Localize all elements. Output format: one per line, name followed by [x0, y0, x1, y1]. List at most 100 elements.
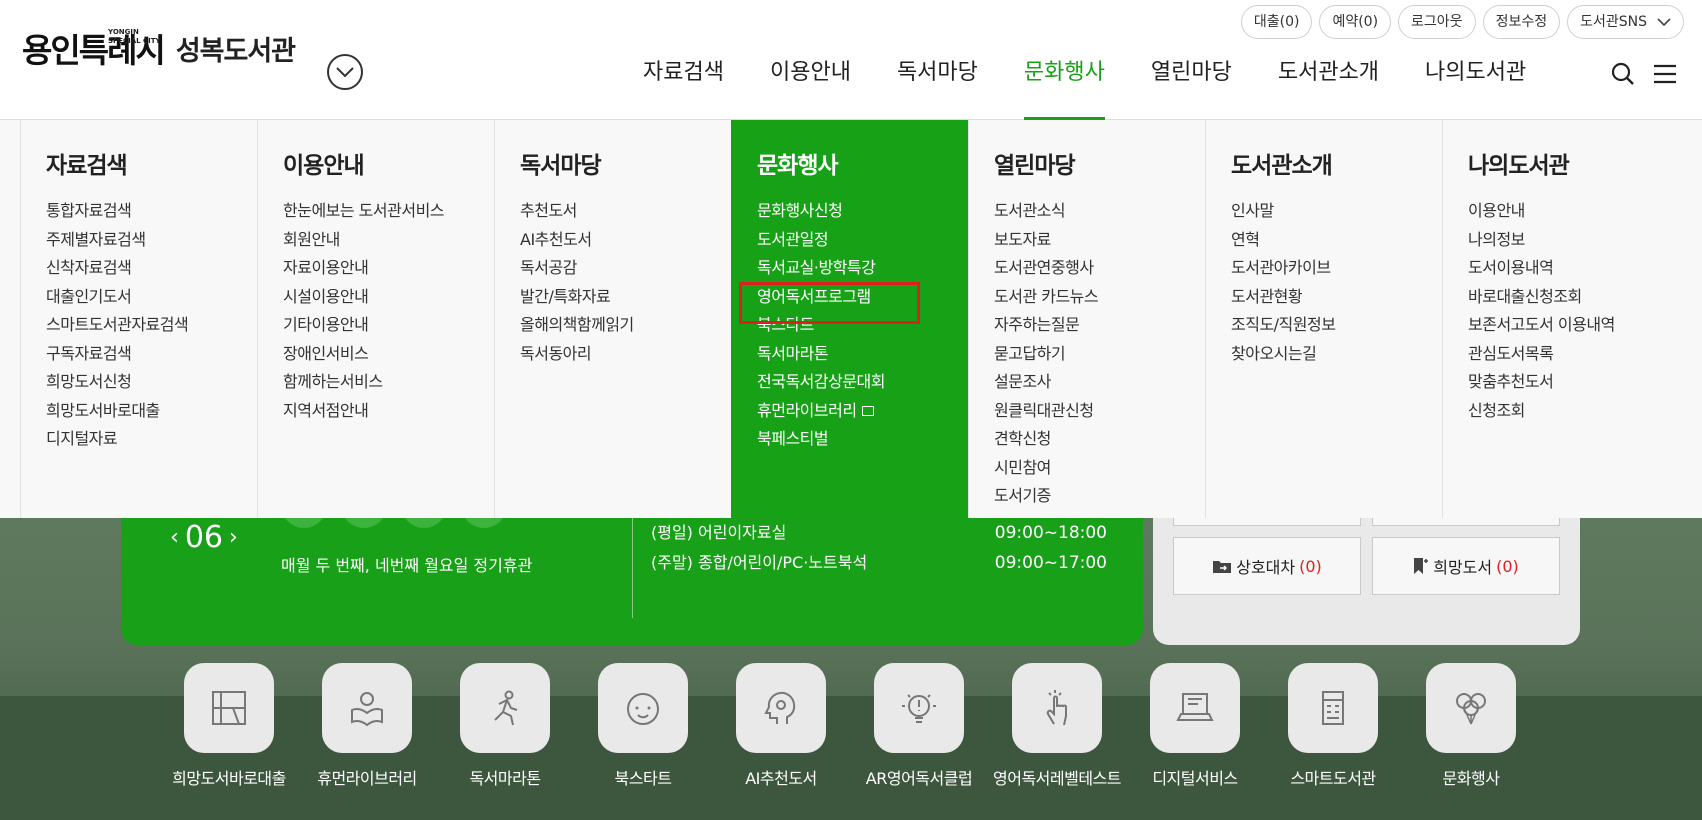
mega-item[interactable]: 올해의책함께읽기 [520, 311, 731, 340]
mega-item[interactable]: 도서관연중행사 [994, 254, 1205, 283]
mega-item[interactable]: 설문조사 [994, 368, 1205, 397]
mega-item[interactable]: 통합자료검색 [46, 197, 257, 226]
gnb-item-mylibrary[interactable]: 나의도서관 [1402, 54, 1549, 120]
mega-item[interactable]: 도서관소식 [994, 197, 1205, 226]
mega-item[interactable]: 도서기증 [994, 482, 1205, 511]
mega-title[interactable]: 열린마당 [994, 146, 1205, 180]
prev-month-button[interactable]: ‹ [170, 525, 179, 550]
quick-item-digital[interactable]: 디지털서비스 [1126, 663, 1264, 789]
mega-item[interactable]: 보도자료 [994, 226, 1205, 255]
gnb-item-open[interactable]: 열린마당 [1128, 54, 1255, 120]
mega-item[interactable]: 나의정보 [1468, 226, 1679, 255]
mega-item[interactable]: 문화행사신청 [757, 197, 968, 226]
mega-column-culture: 문화행사 문화행사신청 도서관일정 독서교실·방학특강 영어독서프로그램 북스타… [731, 120, 968, 518]
mega-item[interactable]: 자료이용안내 [283, 254, 494, 283]
mega-item[interactable]: 연혁 [1231, 226, 1442, 255]
reservation-button[interactable]: 예약(0) [1319, 5, 1392, 39]
mega-item[interactable]: 시민참여 [994, 454, 1205, 483]
edit-info-button[interactable]: 정보수정 [1482, 5, 1561, 39]
mega-item[interactable]: 도서이용내역 [1468, 254, 1679, 283]
loan-button[interactable]: 대출(0) [1240, 5, 1313, 39]
mega-item[interactable]: 북페스티벌 [757, 425, 968, 454]
quick-item-marathon[interactable]: 독서마라톤 [436, 663, 574, 789]
mega-item[interactable]: 신착자료검색 [46, 254, 257, 283]
mega-item[interactable]: 시설이용안내 [283, 283, 494, 312]
mega-item[interactable]: AI추천도서 [520, 226, 731, 255]
mega-item[interactable]: 희망도서바로대출 [46, 397, 257, 426]
logout-button[interactable]: 로그아웃 [1398, 5, 1476, 39]
mega-title[interactable]: 문화행사 [757, 146, 968, 180]
mega-item[interactable]: 조직도/직원정보 [1231, 311, 1442, 340]
quick-item-ar-english[interactable]: AR영어독서클럽 [850, 663, 988, 789]
mega-title[interactable]: 이용안내 [283, 146, 494, 180]
quick-item-english-level[interactable]: 영어독서레벨테스트 [988, 663, 1126, 789]
mega-item[interactable]: 디지털자료 [46, 425, 257, 454]
mega-item[interactable]: 묻고답하기 [994, 340, 1205, 369]
mega-item[interactable]: 함께하는서비스 [283, 368, 494, 397]
mega-item[interactable]: 도서관현황 [1231, 283, 1442, 312]
quick-item-human-library[interactable]: 휴먼라이브러리 [298, 663, 436, 789]
mega-item[interactable]: 희망도서신청 [46, 368, 257, 397]
mega-item[interactable]: 기타이용안내 [283, 311, 494, 340]
mega-item[interactable]: 추천도서 [520, 197, 731, 226]
mega-item[interactable]: 도서관아카이브 [1231, 254, 1442, 283]
site-logo[interactable]: 용인특례시 YONGIN SPECIAL CITY 성복도서관 [22, 28, 296, 67]
next-month-button[interactable]: › [229, 525, 238, 550]
mega-item[interactable]: 독서동아리 [520, 340, 731, 369]
mega-item-english-reading-highlighted[interactable]: 영어독서프로그램 [739, 281, 968, 323]
mega-item[interactable]: 독서교실·방학특강 [757, 254, 968, 283]
calendar-day[interactable] [401, 518, 447, 528]
menu-icon[interactable] [1650, 59, 1680, 89]
mega-item[interactable]: 스마트도서관자료검색 [46, 311, 257, 340]
mega-item[interactable]: 독서마라톤 [757, 340, 968, 369]
mega-item[interactable]: 이용안내 [1468, 197, 1679, 226]
mega-item[interactable]: 독서공감 [520, 254, 731, 283]
mega-item[interactable]: 대출인기도서 [46, 283, 257, 312]
search-icon[interactable] [1608, 59, 1638, 89]
mega-item[interactable]: 회원안내 [283, 226, 494, 255]
quick-item-bookstart[interactable]: 북스타트 [574, 663, 712, 789]
mega-item[interactable]: 도서관 카드뉴스 [994, 283, 1205, 312]
mega-item[interactable]: 견학신청 [994, 425, 1205, 454]
library-select-toggle[interactable] [327, 54, 363, 90]
mega-item[interactable]: 구독자료검색 [46, 340, 257, 369]
gnb-item-guide[interactable]: 이용안내 [747, 54, 874, 120]
mega-item[interactable]: 발간/특화자료 [520, 283, 731, 312]
mega-item[interactable]: 전국독서감상문대회 [757, 368, 968, 397]
gnb-item-search[interactable]: 자료검색 [620, 54, 747, 120]
mega-item[interactable]: 맞춤추천도서 [1468, 368, 1679, 397]
interlibrary-loan-count: (0) [1299, 556, 1322, 576]
mega-item[interactable]: 자주하는질문 [994, 311, 1205, 340]
interlibrary-loan-button[interactable]: 상호대차 (0) [1173, 537, 1361, 595]
mega-title[interactable]: 자료검색 [46, 146, 257, 180]
mega-item[interactable]: 신청조회 [1468, 397, 1679, 426]
runner-icon [460, 663, 550, 753]
quick-item-wish-loan[interactable]: 희망도서바로대출 [160, 663, 298, 789]
mega-item[interactable]: 보존서고도서 이용내역 [1468, 311, 1679, 340]
mega-item[interactable]: 바로대출신청조회 [1468, 283, 1679, 312]
mega-item[interactable]: 인사말 [1231, 197, 1442, 226]
library-sns-dropdown[interactable]: 도서관SNS [1567, 5, 1684, 39]
calendar-day[interactable] [281, 518, 327, 528]
mega-item[interactable]: 도서관일정 [757, 226, 968, 255]
mega-item[interactable]: 찾아오시는길 [1231, 340, 1442, 369]
mega-item[interactable]: 한눈에보는 도서관서비스 [283, 197, 494, 226]
gnb-item-culture[interactable]: 문화행사 [1001, 54, 1128, 120]
gnb-item-about[interactable]: 도서관소개 [1255, 54, 1402, 120]
mega-title[interactable]: 도서관소개 [1231, 146, 1442, 180]
mega-item[interactable]: 관심도서목록 [1468, 340, 1679, 369]
mega-item-human-library[interactable]: 휴먼라이브러리 [757, 397, 968, 426]
gnb-item-reading[interactable]: 독서마당 [874, 54, 1001, 120]
quick-item-ai-recommend[interactable]: AI추천도서 [712, 663, 850, 789]
mega-item[interactable]: 지역서점안내 [283, 397, 494, 426]
mega-item[interactable]: 주제별자료검색 [46, 226, 257, 255]
calendar-day[interactable] [341, 518, 387, 528]
mega-title[interactable]: 나의도서관 [1468, 146, 1679, 180]
quick-item-culture[interactable]: 문화행사 [1402, 663, 1540, 789]
quick-item-smart-library[interactable]: 스마트도서관 [1264, 663, 1402, 789]
mega-item[interactable]: 장애인서비스 [283, 340, 494, 369]
wish-book-button[interactable]: 희망도서 (0) [1372, 537, 1560, 595]
mega-item[interactable]: 원클릭대관신청 [994, 397, 1205, 426]
calendar-day[interactable] [461, 518, 507, 528]
mega-title[interactable]: 독서마당 [520, 146, 731, 180]
